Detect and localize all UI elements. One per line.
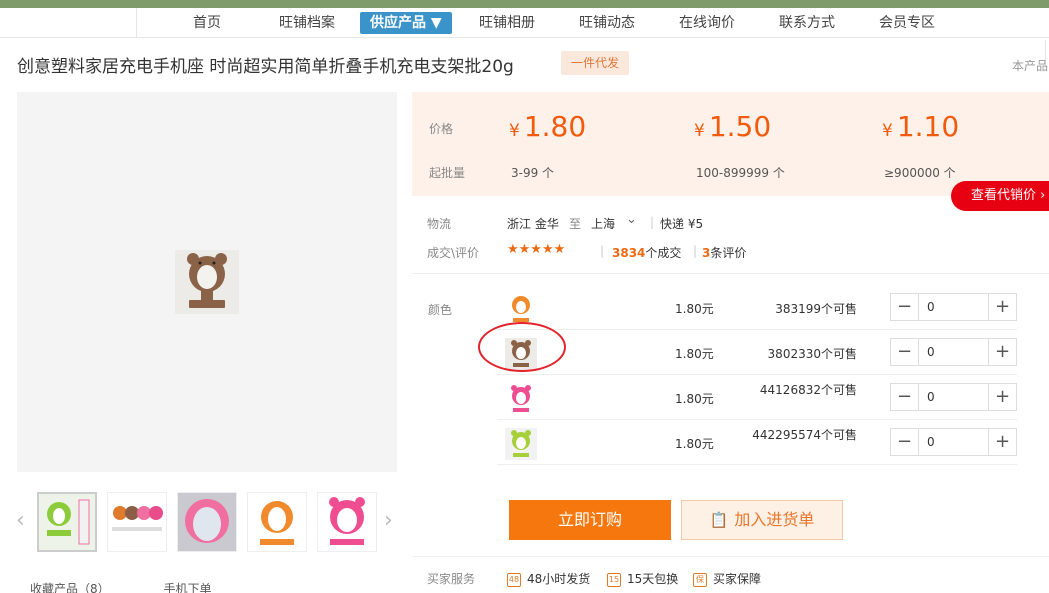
variant-row: 1.80元 44126832个可售 − 0 + (497, 375, 1017, 420)
favorite-link[interactable]: 收藏产品（8） (30, 582, 110, 593)
ship-to-select[interactable]: 上海 (591, 215, 615, 232)
side-note: 本产品 (1012, 59, 1049, 73)
gallery-actions: 收藏产品（8） 手机下单 (30, 580, 211, 593)
nav-item-products[interactable]: 供应产品 ▼ (360, 12, 452, 34)
price-tier-1: ¥1.80 (509, 110, 587, 143)
services-label: 买家服务 (427, 572, 476, 586)
product-title: 创意塑料家居充电手机座 时尚超实用简单折叠手机充电支架批20g (17, 57, 514, 77)
quantity-input[interactable]: 0 (927, 435, 935, 449)
price-tier-2: ¥1.50 (694, 110, 772, 143)
plus-icon[interactable]: + (988, 384, 1016, 410)
nav-item-members[interactable]: 会员专区 (879, 12, 935, 34)
thumbnail-4[interactable] (247, 492, 307, 552)
divider (412, 556, 1049, 557)
quantity-stepper: − 0 + (890, 293, 1017, 321)
thumbnail-3[interactable] (177, 492, 237, 552)
divider: | (693, 244, 698, 258)
ship-from: 浙江 金华 (507, 217, 559, 231)
nav-item-album[interactable]: 旺铺相册 (479, 12, 535, 34)
service-item[interactable]: 保买家保障 (693, 570, 761, 587)
service-item[interactable]: 15 15天包换 (607, 570, 678, 587)
quantity-input[interactable]: 0 (927, 345, 935, 359)
mobile-order-link[interactable]: 手机下单 (163, 582, 211, 593)
logistics-panel: 物流 浙江 金华 至 上海 ⌄ | 快递 ¥5 成交\评价 ★★★★★ | 38… (412, 196, 1049, 274)
quantity-stepper: − 0 + (890, 338, 1017, 366)
price-tier-3: ¥1.10 (882, 110, 960, 143)
deals-count[interactable]: 3834个成交 (612, 244, 681, 261)
exchange-15d-icon: 15 (607, 572, 621, 587)
variant-stock: 442295574个可售 (752, 428, 857, 442)
thumbnail-2[interactable] (107, 492, 167, 552)
color-label: 颜色 (428, 303, 453, 317)
nav-item-contact[interactable]: 联系方式 (779, 12, 835, 34)
variant-row: 1.80元 442295574个可售 − 0 + (497, 420, 1017, 465)
range-tier-2: 100-899999 个 (696, 166, 785, 180)
nav-item-news[interactable]: 旺铺动态 (579, 12, 635, 34)
plus-icon[interactable]: + (988, 294, 1016, 320)
nav-item-profile[interactable]: 旺铺档案 (279, 12, 335, 34)
variant-price: 1.80元 (675, 302, 714, 316)
price-label: 价格 (429, 122, 454, 136)
thumbnail-1[interactable] (37, 492, 97, 552)
dropship-badge[interactable]: 一件代发 (561, 51, 629, 75)
variant-stock: 383199个可售 (775, 302, 857, 316)
chevron-right-icon[interactable]: › (384, 508, 393, 533)
quantity-input[interactable]: 0 (927, 300, 935, 314)
variant-price: 1.80元 (675, 347, 714, 361)
plus-icon[interactable]: + (988, 429, 1016, 455)
reviews-label: 成交\评价 (427, 246, 480, 260)
variant-stock: 44126832个可售 (759, 383, 857, 397)
buyer-protection-icon: 保 (693, 572, 707, 587)
thumbnail-5[interactable] (317, 492, 377, 552)
clipboard-icon: 📋 (709, 511, 729, 529)
courier-fee: 快递 ¥5 (660, 217, 704, 231)
variant-stock: 3802330个可售 (767, 347, 857, 361)
range-tier-3: ≥900000 个 (884, 166, 956, 180)
highlight-circle (478, 322, 566, 372)
plus-icon[interactable]: + (988, 339, 1016, 365)
quantity-stepper: − 0 + (890, 428, 1017, 456)
minus-icon[interactable]: − (891, 384, 919, 410)
service-item[interactable]: 48 48小时发货 (507, 570, 590, 587)
shipping-48h-icon: 48 (507, 572, 521, 587)
divider: | (650, 215, 655, 229)
minus-icon[interactable]: − (891, 429, 919, 455)
variant-price: 1.80元 (675, 437, 714, 451)
review-count[interactable]: 3条评价 (702, 244, 746, 261)
quantity-stepper: − 0 + (890, 383, 1017, 411)
add-to-list-button[interactable]: 📋 加入进货单 (681, 500, 843, 540)
nav-item-inquiry[interactable]: 在线询价 (679, 12, 735, 34)
minus-icon[interactable]: − (891, 294, 919, 320)
range-tier-1: 3-99 个 (511, 166, 555, 180)
price-panel: 价格 起批量 ¥1.80 ¥1.50 ¥1.10 3-99 个 100-8999… (412, 92, 1049, 196)
shop-nav: 首页 旺铺档案 供应产品 ▼ 旺铺相册 旺铺动态 在线询价 联系方式 会员专区 (0, 8, 1049, 38)
minus-icon[interactable]: − (891, 339, 919, 365)
divider: | (600, 244, 605, 258)
thumbnail-strip: ‹ › (0, 488, 410, 558)
orange-stand-icon[interactable] (505, 293, 537, 325)
moq-label: 起批量 (429, 166, 466, 180)
chevron-left-icon[interactable]: ‹ (16, 508, 25, 533)
top-color-bar (0, 0, 1049, 8)
ship-to-word: 至 (569, 217, 582, 231)
green-stand-icon[interactable] (505, 428, 537, 460)
rating-stars-icon: ★★★★★ (507, 242, 566, 257)
pink-stand-icon[interactable] (505, 383, 537, 415)
chevron-down-icon[interactable]: ⌄ (626, 212, 637, 227)
nav-divider (136, 8, 137, 38)
nav-item-home[interactable]: 首页 (193, 12, 221, 34)
quantity-input[interactable]: 0 (927, 390, 935, 404)
variant-price: 1.80元 (675, 392, 714, 406)
variant-row: 1.80元 3802330个可售 − 0 + (497, 330, 1017, 375)
main-product-image[interactable] (17, 92, 397, 472)
buy-now-button[interactable]: 立即订购 (509, 500, 671, 540)
variant-row: 1.80元 383199个可售 − 0 + (497, 285, 1017, 330)
bear-stand-image (175, 250, 239, 314)
logistics-label: 物流 (427, 217, 452, 231)
